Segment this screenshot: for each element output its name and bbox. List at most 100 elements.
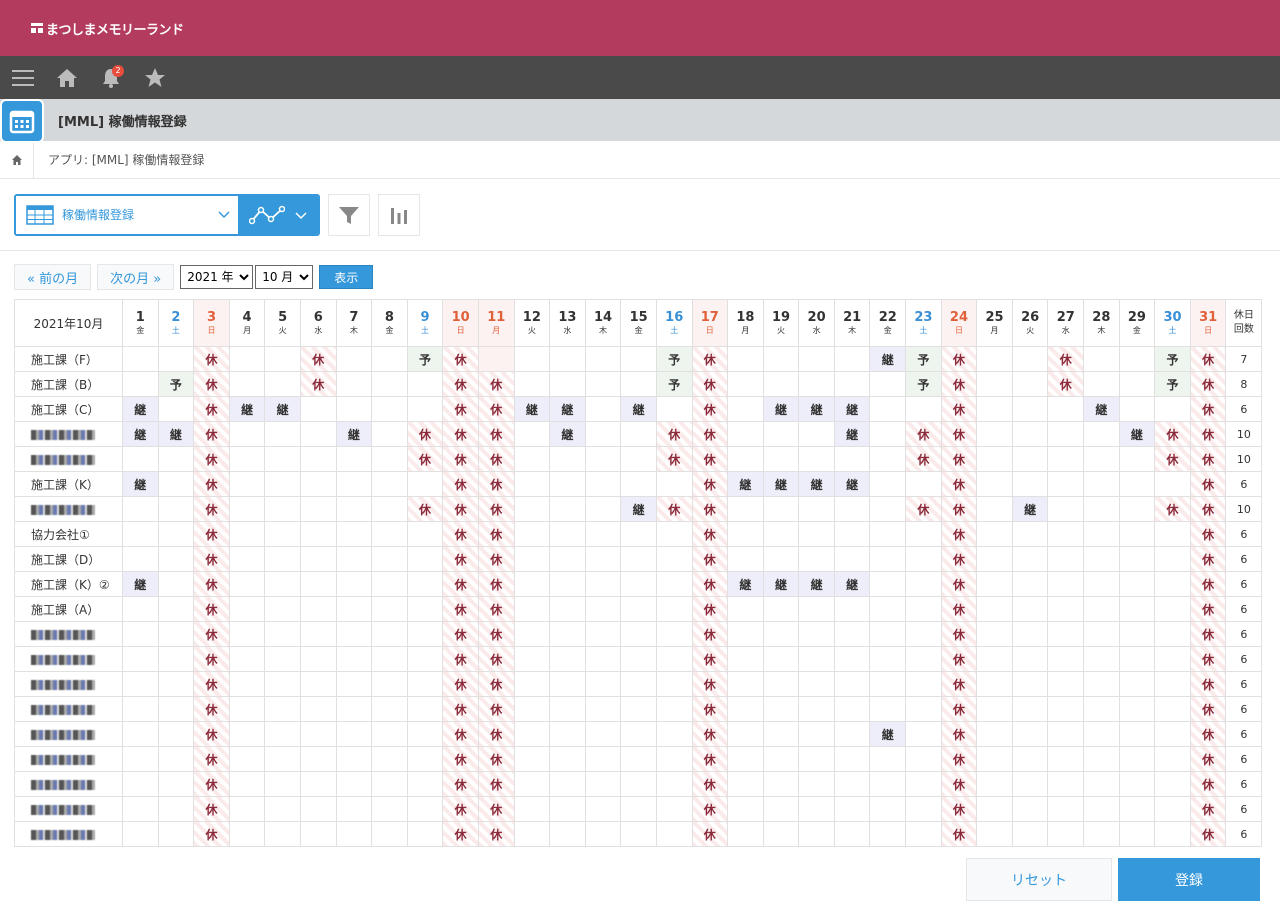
day-cell[interactable] bbox=[371, 471, 408, 497]
day-cell[interactable]: 休 bbox=[1047, 346, 1085, 372]
day-cell[interactable] bbox=[1011, 521, 1049, 547]
day-cell[interactable] bbox=[727, 521, 764, 547]
day-cell[interactable]: 休 bbox=[193, 346, 230, 372]
day-cell[interactable]: 休 bbox=[442, 496, 479, 522]
day-cell[interactable] bbox=[371, 646, 408, 672]
day-cell[interactable] bbox=[1047, 621, 1085, 647]
day-cell[interactable] bbox=[406, 746, 444, 772]
day-cell[interactable]: 休 bbox=[193, 721, 230, 747]
day-cell[interactable] bbox=[264, 821, 301, 847]
day-cell[interactable] bbox=[833, 521, 871, 547]
day-cell[interactable]: 休 bbox=[442, 646, 479, 672]
day-cell[interactable]: 休 bbox=[905, 496, 942, 522]
day-cell[interactable]: 継 bbox=[833, 471, 871, 497]
day-cell[interactable] bbox=[264, 571, 301, 597]
day-cell[interactable] bbox=[976, 446, 1013, 472]
day-cell[interactable] bbox=[833, 746, 871, 772]
breadcrumb-app-link[interactable]: アプリ: [MML] 稼働情報登録 bbox=[48, 151, 204, 168]
day-cell[interactable] bbox=[1047, 796, 1085, 822]
day-cell[interactable] bbox=[122, 596, 159, 622]
day-cell[interactable]: 休 bbox=[193, 621, 230, 647]
day-cell[interactable] bbox=[976, 821, 1013, 847]
day-cell[interactable] bbox=[762, 596, 800, 622]
day-cell[interactable]: 休 bbox=[477, 821, 515, 847]
day-cell[interactable] bbox=[157, 746, 195, 772]
show-button[interactable]: 表示 bbox=[319, 265, 374, 289]
day-cell[interactable] bbox=[798, 796, 835, 822]
day-cell[interactable] bbox=[1118, 671, 1156, 697]
day-cell[interactable] bbox=[513, 546, 551, 572]
day-cell[interactable] bbox=[905, 621, 942, 647]
day-cell[interactable]: 休 bbox=[1189, 671, 1227, 697]
day-cell[interactable] bbox=[833, 696, 871, 722]
day-cell[interactable] bbox=[1083, 421, 1120, 447]
day-cell[interactable] bbox=[869, 446, 907, 472]
day-cell[interactable] bbox=[228, 771, 266, 797]
day-cell[interactable] bbox=[299, 596, 337, 622]
day-cell[interactable] bbox=[620, 696, 657, 722]
day-cell[interactable]: 休 bbox=[442, 421, 479, 447]
day-cell[interactable] bbox=[335, 471, 373, 497]
day-cell[interactable] bbox=[228, 621, 266, 647]
day-cell[interactable] bbox=[264, 446, 301, 472]
day-cell[interactable] bbox=[762, 721, 800, 747]
day-cell[interactable] bbox=[1047, 496, 1085, 522]
day-cell[interactable]: 休 bbox=[940, 621, 978, 647]
day-cell[interactable] bbox=[976, 771, 1013, 797]
day-cell[interactable] bbox=[1083, 546, 1120, 572]
day-cell[interactable] bbox=[584, 621, 622, 647]
day-cell[interactable] bbox=[1047, 421, 1085, 447]
day-cell[interactable]: 休 bbox=[940, 546, 978, 572]
day-cell[interactable]: 休 bbox=[1189, 396, 1227, 422]
day-cell[interactable] bbox=[513, 621, 551, 647]
day-cell[interactable] bbox=[869, 471, 907, 497]
day-cell[interactable] bbox=[727, 346, 764, 372]
day-cell[interactable] bbox=[1118, 446, 1156, 472]
day-cell[interactable]: 休 bbox=[477, 746, 515, 772]
day-cell[interactable]: 休 bbox=[477, 471, 515, 497]
day-cell[interactable]: 継 bbox=[549, 396, 586, 422]
day-cell[interactable] bbox=[513, 496, 551, 522]
day-cell[interactable] bbox=[1118, 821, 1156, 847]
day-cell[interactable] bbox=[869, 521, 907, 547]
day-cell[interactable]: 休 bbox=[1189, 546, 1227, 572]
day-cell[interactable] bbox=[228, 571, 266, 597]
day-cell[interactable]: 休 bbox=[406, 496, 444, 522]
day-cell[interactable] bbox=[727, 746, 764, 772]
day-cell[interactable] bbox=[762, 671, 800, 697]
day-cell[interactable] bbox=[1011, 571, 1049, 597]
day-cell[interactable] bbox=[584, 496, 622, 522]
day-cell[interactable] bbox=[513, 571, 551, 597]
day-cell[interactable]: 休 bbox=[1189, 346, 1227, 372]
day-cell[interactable] bbox=[584, 671, 622, 697]
day-cell[interactable]: 休 bbox=[477, 521, 515, 547]
day-cell[interactable] bbox=[798, 721, 835, 747]
day-cell[interactable] bbox=[869, 396, 907, 422]
day-cell[interactable] bbox=[406, 371, 444, 397]
day-cell[interactable] bbox=[335, 746, 373, 772]
day-cell[interactable] bbox=[157, 546, 195, 572]
day-cell[interactable] bbox=[584, 521, 622, 547]
day-cell[interactable] bbox=[1154, 646, 1191, 672]
day-cell[interactable] bbox=[264, 496, 301, 522]
day-cell[interactable] bbox=[335, 346, 373, 372]
day-cell[interactable] bbox=[869, 571, 907, 597]
day-cell[interactable] bbox=[762, 796, 800, 822]
day-cell[interactable]: 休 bbox=[193, 421, 230, 447]
day-cell[interactable] bbox=[798, 771, 835, 797]
day-cell[interactable] bbox=[905, 396, 942, 422]
day-cell[interactable]: 休 bbox=[1189, 746, 1227, 772]
day-cell[interactable] bbox=[584, 646, 622, 672]
day-cell[interactable] bbox=[228, 446, 266, 472]
day-cell[interactable] bbox=[299, 821, 337, 847]
day-cell[interactable] bbox=[905, 596, 942, 622]
day-cell[interactable] bbox=[1047, 446, 1085, 472]
day-cell[interactable]: 休 bbox=[193, 571, 230, 597]
day-cell[interactable] bbox=[798, 696, 835, 722]
day-cell[interactable] bbox=[549, 371, 586, 397]
graph-dropdown[interactable] bbox=[238, 195, 318, 234]
day-cell[interactable] bbox=[869, 646, 907, 672]
day-cell[interactable]: 継 bbox=[869, 346, 907, 372]
day-cell[interactable]: 休 bbox=[193, 671, 230, 697]
day-cell[interactable] bbox=[1083, 471, 1120, 497]
